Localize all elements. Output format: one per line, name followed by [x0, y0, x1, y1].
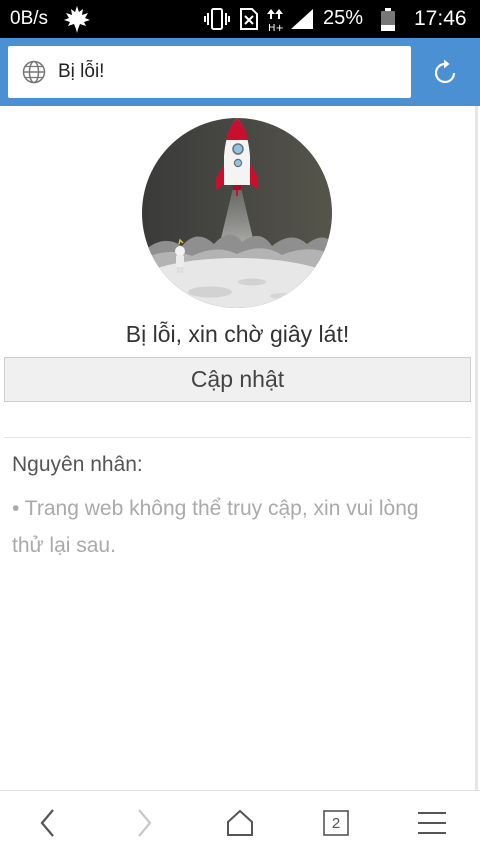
- status-bar: 0B/s H+ 25% 17:46: [0, 0, 480, 38]
- rocket-launch-illustration: [142, 118, 332, 308]
- no-sim-icon: [240, 8, 258, 30]
- back-icon: [40, 809, 54, 837]
- address-text: Bị lỗi!: [58, 61, 105, 82]
- signal-icon: [291, 9, 313, 29]
- clock: 17:46: [414, 7, 467, 30]
- error-page: Bị lỗi, xin chờ giây lát! Cập nhật Nguyê…: [0, 106, 480, 790]
- menu-icon: [418, 812, 446, 834]
- error-title: Bị lỗi, xin chờ giây lát!: [125, 321, 350, 347]
- data-arrows-icon: H+: [267, 9, 284, 32]
- globe-icon: [22, 60, 46, 84]
- menu-button[interactable]: [384, 791, 480, 854]
- forward-icon: [138, 809, 152, 837]
- refresh-button[interactable]: Cập nhật: [4, 357, 471, 402]
- reason-text: • Trang web không thể truy cập, xin vui …: [12, 497, 419, 557]
- network-speed: 0B/s: [10, 8, 49, 29]
- home-icon: [227, 809, 253, 836]
- back-button[interactable]: [0, 791, 96, 854]
- vibrate-icon: [204, 8, 230, 30]
- reload-icon: [434, 59, 456, 84]
- tabs-button[interactable]: 2: [288, 791, 384, 854]
- bottom-navigation: 2: [0, 790, 480, 854]
- battery-percent: 25%: [323, 7, 364, 29]
- reason-heading: Nguyên nhân:: [12, 453, 143, 476]
- address-field[interactable]: Bị lỗi!: [8, 46, 411, 98]
- address-bar: Bị lỗi!: [0, 38, 480, 106]
- reload-button[interactable]: [420, 48, 470, 98]
- maple-leaf-icon: [64, 6, 90, 33]
- svg-text:H+: H+: [268, 23, 284, 32]
- tab-count: 2: [331, 814, 341, 832]
- forward-button[interactable]: [96, 791, 192, 854]
- home-button[interactable]: [192, 791, 288, 854]
- battery-icon: [381, 8, 395, 31]
- divider: [4, 437, 471, 438]
- scrollbar[interactable]: [475, 106, 478, 790]
